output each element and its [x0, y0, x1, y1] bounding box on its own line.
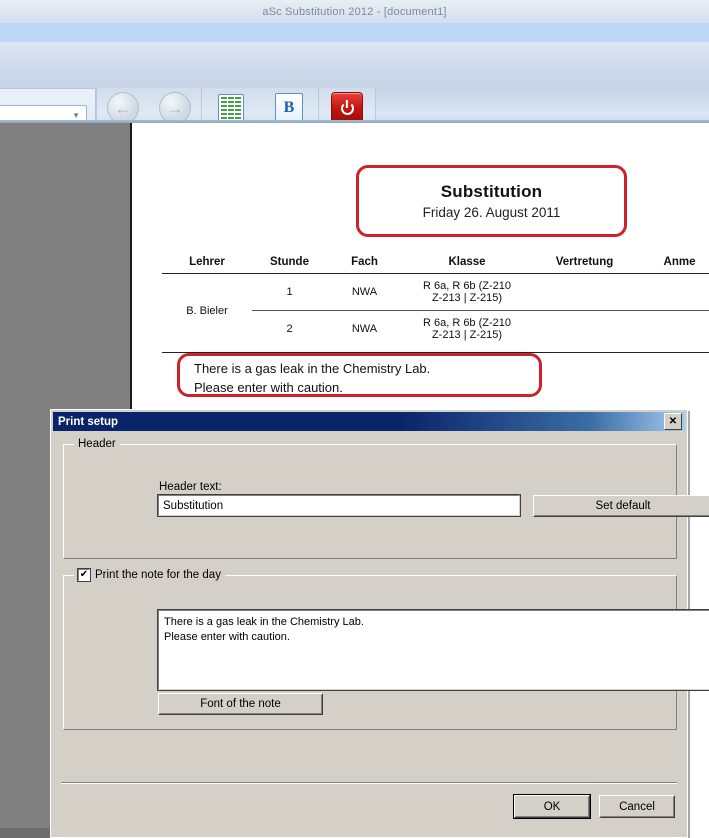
print-note-label: Print the note for the day — [95, 569, 221, 581]
document-note-line-1: There is a gas leak in the Chemistry Lab… — [194, 361, 431, 376]
font-of-the-note-label: Font of the note — [200, 698, 281, 710]
cancel-label: Cancel — [619, 800, 655, 813]
cell-fach: NWA — [351, 323, 378, 335]
header-groupbox-legend: Header — [74, 438, 120, 450]
set-default-button[interactable]: Set default — [533, 495, 709, 517]
page-title: Substitution — [440, 182, 543, 201]
substitution-table: Lehrer Stunde Fach Klasse Vertretung Anm… — [162, 253, 709, 347]
header-text-input[interactable] — [157, 494, 521, 517]
cell-stunde: 1 — [252, 273, 327, 311]
column-header-lehrer: Lehrer — [162, 253, 252, 274]
font-of-the-note-button[interactable]: Font of the note — [158, 693, 323, 715]
note-line-2: Please enter with caution. — [164, 631, 290, 643]
app-title: aSc Substitution 2012 - [document1] — [262, 5, 447, 18]
print-setup-dialog: Print setup ✕ Header Header text: Set de… — [50, 409, 709, 838]
close-x-icon[interactable]: ✕ — [664, 413, 682, 430]
document-note-line-2: Please enter with caution. — [194, 380, 343, 395]
klasse-line-1: R 6a, R 6b (Z-210 — [422, 280, 512, 292]
column-header-klasse: Klasse — [402, 253, 532, 274]
cell-vertretung — [532, 273, 637, 311]
cell-anmerkung — [637, 311, 709, 348]
document-title-box: Substitution Friday 26. August 2011 — [356, 165, 627, 237]
klasse-line-2: Z-213 | Z-215) — [431, 329, 503, 341]
klasse-line-2: Z-213 | Z-215) — [431, 292, 503, 304]
header-text-label: Header text: — [159, 481, 222, 493]
set-default-label: Set default — [595, 500, 651, 512]
document-date: Friday 26. August 2011 — [422, 205, 561, 220]
column-header-stunde: Stunde — [252, 253, 327, 274]
cell-klasse: R 6a, R 6b (Z-210 Z-213 | Z-215) — [402, 311, 532, 348]
column-header-anmerkung: Anme — [637, 253, 709, 274]
print-note-checkbox[interactable]: ✔ — [77, 568, 91, 582]
ok-label: OK — [543, 800, 561, 813]
column-header-vertretung: Vertretung — [532, 253, 637, 274]
column-header-fach: Fach — [327, 253, 402, 274]
dialog-title: Print setup — [58, 415, 119, 428]
table-header-row: Lehrer Stunde Fach Klasse Vertretung Anm… — [162, 253, 709, 274]
dialog-titlebar: Print setup ✕ — [53, 412, 685, 431]
cell-anmerkung — [637, 273, 709, 311]
ok-button[interactable]: OK — [513, 794, 591, 819]
ribbon-tab-strip[interactable] — [0, 23, 709, 43]
note-textarea[interactable]: There is a gas leak in the Chemistry Lab… — [157, 609, 709, 691]
dialog-footer-separator — [61, 782, 677, 784]
klasse-line-1: R 6a, R 6b (Z-210 — [422, 317, 512, 329]
cell-stunde: 2 — [286, 323, 293, 335]
ribbon-panel: ▼ /2011 ← Previous page → Next page — [0, 42, 709, 160]
chevron-down-icon: ▼ — [72, 111, 80, 120]
app-window: aSc Substitution 2012 - [document1] ▼ /2… — [0, 0, 709, 838]
cell-klasse: R 6a, R 6b (Z-210 Z-213 | Z-215) — [402, 273, 532, 311]
cell-fach: NWA — [327, 273, 402, 311]
document-note-box: There is a gas leak in the Chemistry Lab… — [177, 353, 542, 397]
cell-vertretung — [532, 311, 637, 348]
cell-teacher: B. Bieler — [186, 304, 228, 317]
table-row: B. Bieler 1 NWA R 6a, R 6b (Z-210 Z-213 … — [162, 273, 709, 317]
note-groupbox-legend: ✔ Print the note for the day — [74, 568, 225, 582]
app-titlebar: aSc Substitution 2012 - [document1] — [0, 0, 709, 24]
cancel-button[interactable]: Cancel — [599, 795, 675, 818]
note-line-1: There is a gas leak in the Chemistry Lab… — [164, 616, 364, 628]
